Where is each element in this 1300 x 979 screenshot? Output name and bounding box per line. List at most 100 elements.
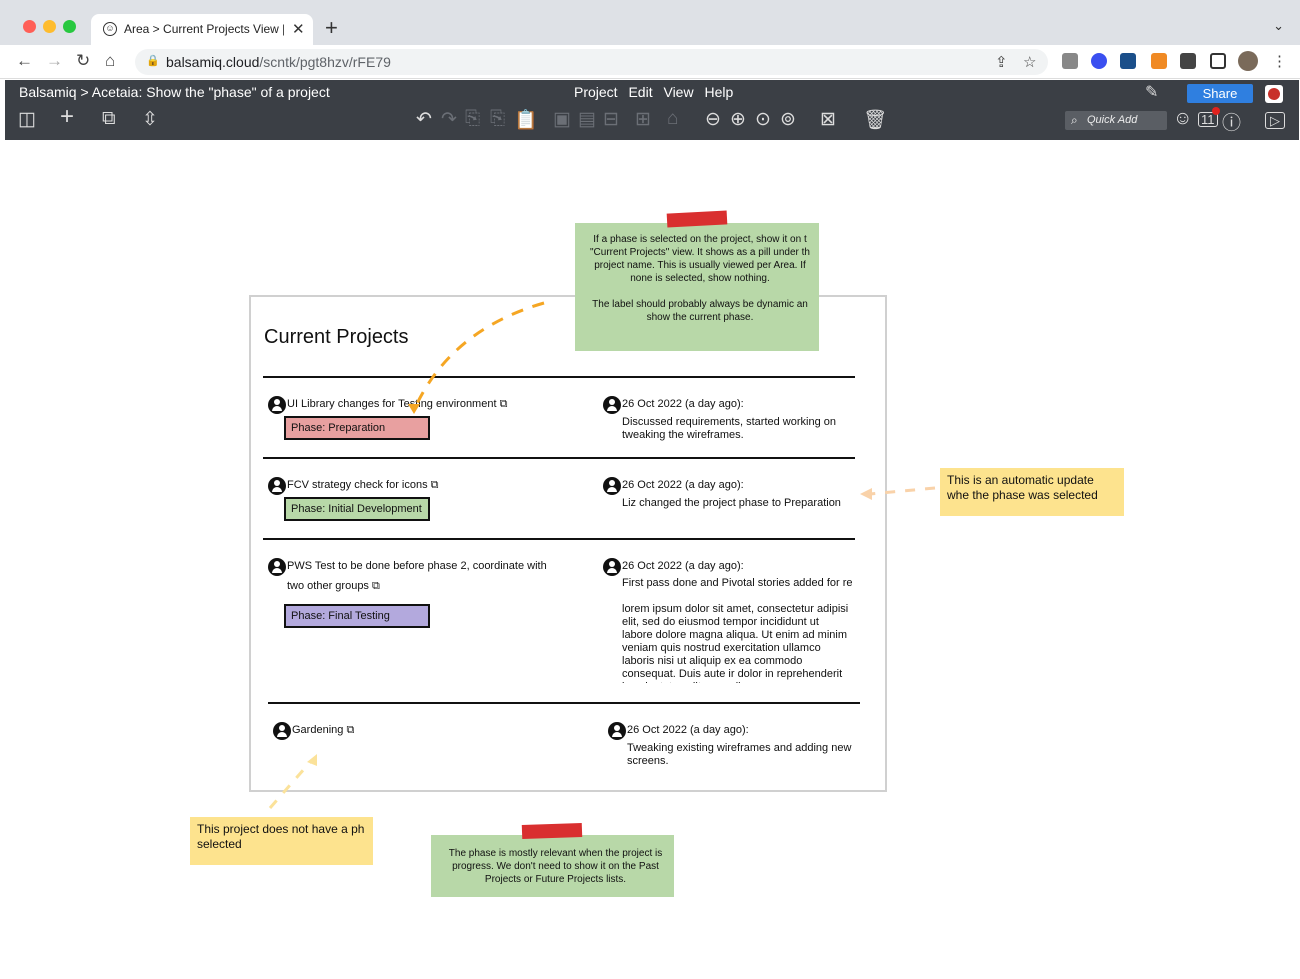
minimize-window-button[interactable] <box>43 20 56 33</box>
user-avatar-icon <box>273 722 291 740</box>
paste-icon[interactable]: 📋 <box>514 108 538 132</box>
profile-avatar-icon[interactable] <box>1238 51 1258 71</box>
update-text: First pass done and Pivotal stories adde… <box>622 577 852 589</box>
project-title[interactable]: PWS Test to be done before phase 2, coor… <box>287 560 547 572</box>
sticky-note-phase-relevance[interactable]: The phase is mostly relevant when the pr… <box>431 835 674 897</box>
add-icon[interactable]: + <box>60 103 74 131</box>
external-link-icon[interactable]: ⧉ <box>500 398 508 410</box>
notification-dot <box>1212 107 1220 115</box>
close-tab-icon[interactable]: ✕ <box>292 20 305 38</box>
zoom-fit-icon[interactable]: ⊚ <box>780 108 796 131</box>
update-date: 26 Oct 2022 (a day ago): <box>627 724 749 736</box>
url-text[interactable]: balsamiq.cloud/scntk/pgt8hzv/rFE79 <box>166 54 391 70</box>
user-avatar-icon <box>268 477 286 495</box>
project-title[interactable]: UI Library changes for Testing environme… <box>287 398 507 411</box>
zoom-window-button[interactable] <box>63 20 76 33</box>
metamask-extension-icon[interactable] <box>1151 53 1167 69</box>
address-bar: ← → ↻ ⌂ 🔒 balsamiq.cloud/scntk/pgt8hzv/r… <box>0 45 1300 79</box>
forward-icon[interactable]: → <box>46 51 63 71</box>
bookmark-star-icon[interactable]: ☆ <box>1023 53 1036 71</box>
comment-count: 11 <box>1201 112 1215 127</box>
arrange-icon[interactable]: ⊞ <box>635 108 651 131</box>
menu-view[interactable]: View <box>663 84 693 100</box>
user-avatar-icon[interactable] <box>1265 85 1283 103</box>
camera-extension-icon[interactable] <box>1062 53 1078 69</box>
project-title-continued[interactable]: two other groups ⧉ <box>287 580 380 593</box>
share-label: Share <box>1202 86 1238 101</box>
share-button[interactable]: Share <box>1187 84 1253 103</box>
tab-title: Area > Current Projects View | B <box>124 22 284 36</box>
zoom-in-icon[interactable]: ⊕ <box>730 108 746 131</box>
tape-decoration <box>521 822 583 840</box>
trash-icon[interactable]: 🗑 <box>863 108 887 132</box>
menu-project[interactable]: Project <box>574 84 618 100</box>
share-page-icon[interactable]: ⇪ <box>995 53 1008 71</box>
back-icon[interactable]: ← <box>16 51 33 71</box>
wireframe-icon[interactable]: ⧉ <box>102 108 116 130</box>
layout-panel-icon[interactable]: ◫ <box>18 108 36 131</box>
user-avatar-icon <box>608 722 626 740</box>
browser-menu-icon[interactable]: ⋮ <box>1272 52 1287 70</box>
app-menu: Project Edit View Help <box>574 84 740 100</box>
update-date: 26 Oct 2022 (a day ago): <box>622 398 744 410</box>
external-link-icon[interactable]: ⧉ <box>346 724 354 736</box>
update-text: Tweaking existing wireframes and adding … <box>627 742 852 767</box>
divider <box>263 376 855 378</box>
info-icon[interactable]: ⓘ <box>1222 108 1241 135</box>
side-panel-icon[interactable] <box>1210 53 1226 69</box>
phase-pill: Phase: Final Testing <box>284 604 430 628</box>
ui-library-icon[interactable]: ☺ <box>1173 108 1192 130</box>
new-tab-button[interactable]: + <box>325 15 338 41</box>
project-title[interactable]: Gardening ⧉ <box>292 724 354 737</box>
external-link-icon[interactable]: ⧉ <box>431 479 439 491</box>
menu-help[interactable]: Help <box>704 84 733 100</box>
lock-icon: 🔒 <box>146 55 160 67</box>
external-link-icon[interactable]: ⧉ <box>372 580 380 592</box>
browser-tab[interactable]: ☺ Area > Current Projects View | B ✕ <box>91 14 313 45</box>
delete-icon[interactable]: ⊠ <box>820 108 836 131</box>
update-text: Liz changed the project phase to Prepara… <box>622 497 841 509</box>
browser-tab-bar: ☺ Area > Current Projects View | B ✕ + ⌄ <box>0 0 1300 45</box>
puzzle-extensions-icon[interactable] <box>1180 53 1196 69</box>
project-title[interactable]: FCV strategy check for icons ⧉ <box>287 479 439 492</box>
undo-icon[interactable]: ↶ <box>416 108 432 131</box>
divider <box>263 457 855 459</box>
user-avatar-icon <box>603 396 621 414</box>
mockup-heading: Current Projects <box>264 326 409 348</box>
presentation-icon[interactable]: ▷ <box>1265 112 1285 129</box>
lock-icon[interactable]: ⌂ <box>667 108 678 130</box>
blue-circle-extension-icon[interactable] <box>1091 53 1107 69</box>
quick-add-placeholder: Quick Add <box>1087 114 1138 126</box>
sticky-note-automatic-update[interactable]: This is an automatic update whe the phas… <box>940 468 1124 516</box>
sort-icon[interactable]: ⇳ <box>142 108 158 131</box>
home-icon[interactable]: ⌂ <box>105 51 115 71</box>
breadcrumb[interactable]: Balsamiq > Acetaia: Show the "phase" of … <box>19 84 330 100</box>
user-avatar-icon <box>268 558 286 576</box>
image-extension-icon[interactable] <box>1120 53 1136 69</box>
quick-add-input[interactable]: ⌕ Quick Add <box>1065 111 1167 130</box>
duplicate-icon[interactable]: ⎘ <box>490 108 505 130</box>
update-text: Discussed requirements, started working … <box>622 416 836 441</box>
align-icon[interactable]: ⊟ <box>603 108 619 131</box>
sticky-note-phase-display[interactable]: If a phase is selected on the project, s… <box>575 223 819 351</box>
sticky-note-no-phase[interactable]: This project does not have a ph selected <box>190 817 373 865</box>
divider <box>268 702 860 704</box>
ungroup-icon[interactable]: ▤ <box>578 108 596 131</box>
zoom-out-icon[interactable]: ⊖ <box>705 108 721 131</box>
user-avatar-icon <box>268 396 286 414</box>
tab-search-chevron-icon[interactable]: ⌄ <box>1273 18 1284 34</box>
zoom-actual-icon[interactable]: ⊙ <box>755 108 771 131</box>
user-avatar-icon <box>603 558 621 576</box>
group-icon[interactable]: ▣ <box>553 108 571 131</box>
pencil-icon[interactable]: ✎ <box>1145 82 1158 102</box>
search-icon: ⌕ <box>1071 113 1078 127</box>
reload-icon[interactable]: ↻ <box>76 51 90 71</box>
close-window-button[interactable] <box>23 20 36 33</box>
balsamiq-app-bar: Balsamiq > Acetaia: Show the "phase" of … <box>5 80 1299 140</box>
copy-icon[interactable]: ⎘ <box>465 108 480 130</box>
phase-pill: Phase: Initial Development <box>284 497 430 521</box>
omnibox[interactable]: 🔒 balsamiq.cloud/scntk/pgt8hzv/rFE79 ⇪ ☆ <box>135 49 1048 75</box>
update-date: 26 Oct 2022 (a day ago): <box>622 560 744 572</box>
redo-icon[interactable]: ↷ <box>441 108 457 131</box>
menu-edit[interactable]: Edit <box>628 84 652 100</box>
